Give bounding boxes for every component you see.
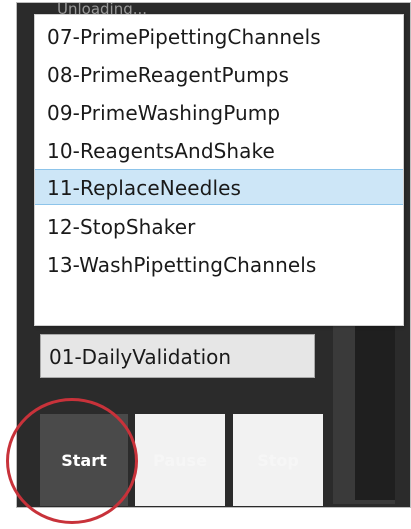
procedure-dropdown-list[interactable]: 07-PrimePipettingChannels 08-PrimeReagen… [34, 14, 404, 326]
start-button[interactable]: Start [40, 414, 128, 506]
procedure-combo-value: 01-DailyValidation [49, 345, 232, 369]
dropdown-item[interactable]: 08-PrimeReagentPumps [35, 57, 403, 93]
dropdown-item[interactable]: 09-PrimeWashingPump [35, 95, 403, 131]
pause-button[interactable]: Pause [135, 414, 225, 506]
right-side-panel-inner [355, 320, 395, 500]
stop-button[interactable]: Stop [233, 414, 323, 506]
dropdown-item[interactable]: 10-ReagentsAndShake [35, 133, 403, 169]
dropdown-item[interactable]: 13-WashPipettingChannels [35, 247, 403, 283]
dropdown-item[interactable]: 07-PrimePipettingChannels [35, 19, 403, 55]
dropdown-item[interactable]: 12-StopShaker [35, 209, 403, 245]
dropdown-item-selected[interactable]: 11-ReplaceNeedles [35, 169, 403, 205]
procedure-combo-box[interactable]: 01-DailyValidation [40, 334, 315, 378]
